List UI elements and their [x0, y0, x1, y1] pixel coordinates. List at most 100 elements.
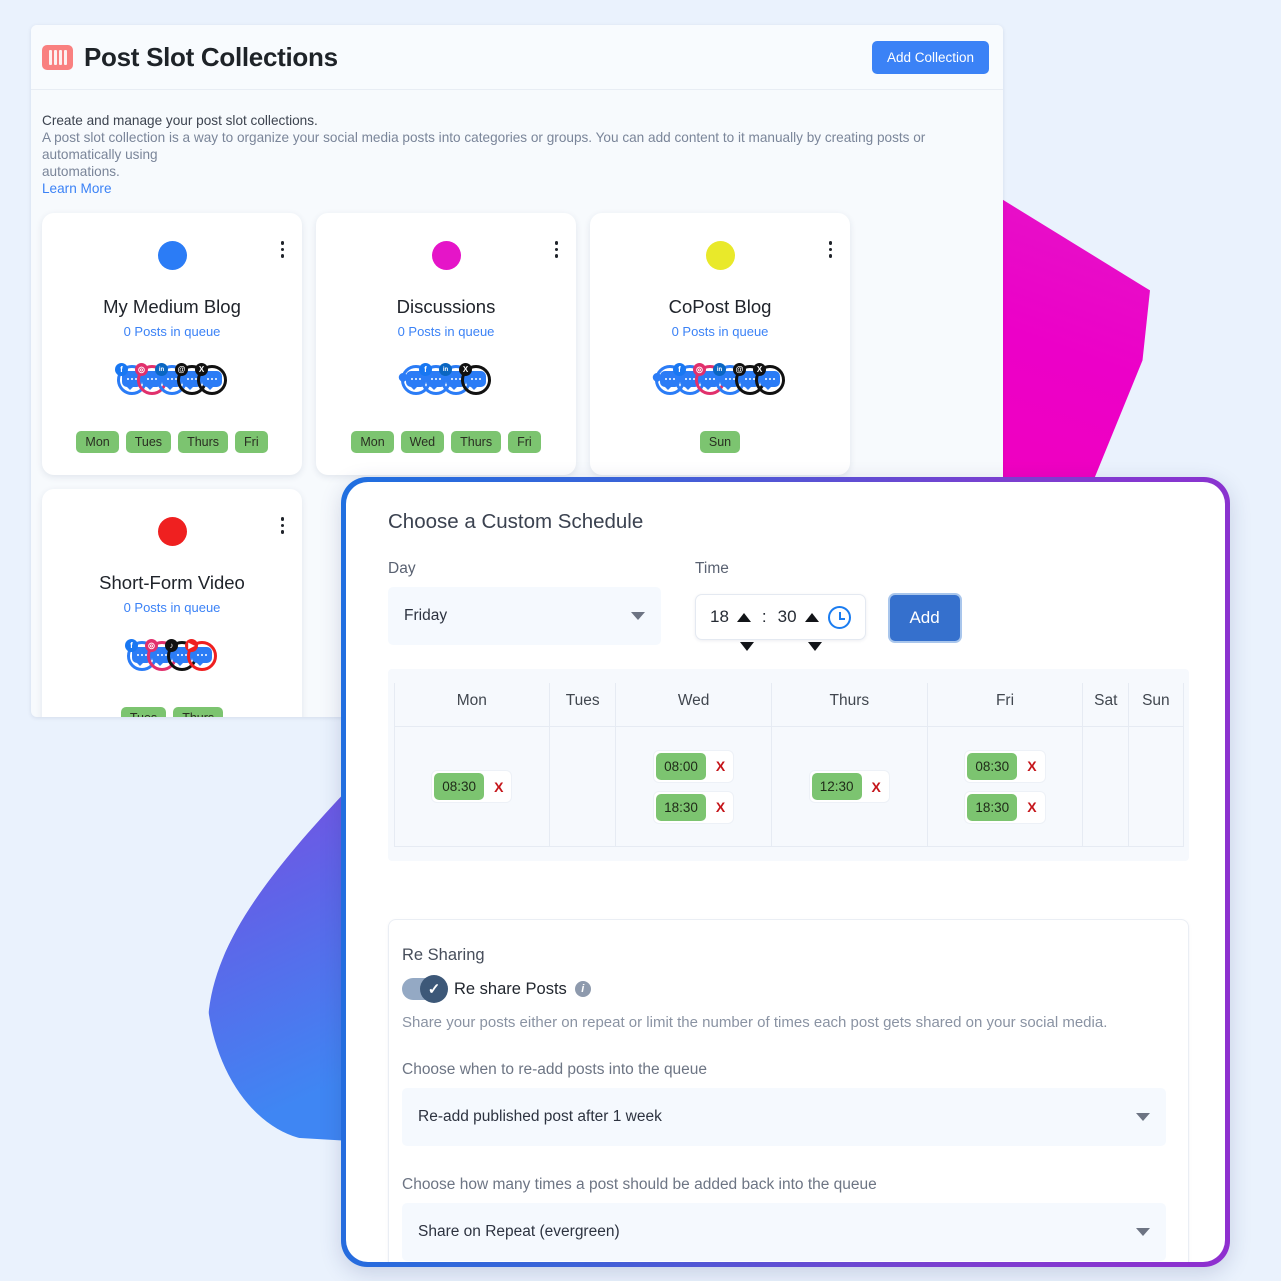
day-select-value: Friday: [404, 607, 448, 624]
day-chip: Thurs: [173, 707, 224, 717]
remove-slot-icon[interactable]: X: [872, 779, 881, 795]
resharing-description: Share your posts either on repeat or lim…: [402, 1014, 1108, 1031]
collection-queue-count[interactable]: 0 Posts in queue: [124, 600, 221, 615]
collection-queue-count[interactable]: 0 Posts in queue: [398, 324, 495, 339]
schedule-cell: [1128, 726, 1184, 847]
collection-card[interactable]: Short-Form Video 0 Posts in queue f◎♪▶ Tues…: [42, 489, 302, 717]
decorative-magenta-shape: [1000, 198, 1150, 478]
remove-slot-icon[interactable]: X: [1027, 758, 1036, 774]
remove-slot-icon[interactable]: X: [716, 758, 725, 774]
collection-days: Sun: [699, 431, 741, 453]
collection-card[interactable]: Discussions 0 Posts in queue ● f in X Mon Wed Th…: [316, 213, 576, 475]
resharing-title: Re Sharing: [402, 946, 485, 964]
hour-decrement-icon[interactable]: [740, 642, 754, 651]
learn-more-link[interactable]: Learn More: [42, 181, 112, 196]
chevron-down-icon: [1136, 1228, 1150, 1236]
readd-when-select[interactable]: Re-add published post after 1 week: [402, 1088, 1166, 1146]
hour-stepper[interactable]: 18: [710, 607, 754, 651]
schedule-cell: [1082, 726, 1130, 847]
collection-name: Short-Form Video: [99, 572, 245, 593]
chevron-down-icon: [1136, 1113, 1150, 1121]
time-input[interactable]: 18 : 30: [695, 594, 866, 651]
time-slot-value: 18:30: [656, 793, 706, 821]
remove-slot-icon[interactable]: X: [716, 799, 725, 815]
schedule-column-header: Wed: [615, 683, 772, 727]
collection-days: Mon Wed Thurs Fri: [351, 431, 541, 453]
description-line-2: A post slot collection is a way to organ…: [42, 130, 926, 162]
collection-days: Mon Tues Thurs Fri: [76, 431, 268, 453]
minute-value: 30: [777, 607, 797, 626]
time-slot-value: 08:30: [434, 773, 485, 800]
clock-icon[interactable]: [827, 605, 851, 629]
time-slot-value: 08:00: [656, 752, 706, 780]
add-slot-button[interactable]: Add: [887, 593, 962, 643]
collection-card[interactable]: My Medium Blog 0 Posts in queue f ◎ in @ X Mon T…: [42, 213, 302, 475]
collection-color-dot: [157, 241, 187, 270]
columns-icon: [42, 44, 73, 70]
collection-name: My Medium Blog: [103, 296, 241, 317]
day-field: Day Friday: [388, 560, 661, 645]
remove-slot-icon[interactable]: X: [1027, 799, 1036, 815]
schedule-column-header: Mon: [393, 683, 551, 727]
decorative-blue-blob: [206, 786, 351, 1141]
reshare-posts-toggle[interactable]: ✓: [402, 975, 448, 1003]
day-chip: Tues: [120, 707, 167, 717]
schedule-header-row: Mon Tues Wed Thurs Fri Sat Sun: [393, 683, 1184, 727]
day-chip: Thurs: [178, 431, 229, 453]
day-chip: Tues: [125, 431, 172, 453]
more-options-icon[interactable]: [828, 241, 832, 258]
reshare-toggle-label: Re share Posts: [454, 979, 567, 998]
day-chip: Mon: [351, 431, 394, 453]
time-slot: 08:30 X: [964, 749, 1046, 783]
schedule-cell: 12:30 X: [771, 726, 928, 847]
time-field: Time 18 : 30 Add: [695, 560, 962, 651]
schedule-controls-row: Day Friday Time 18 : 30 Add: [388, 560, 1189, 651]
bluesky-bird-icon: ●: [651, 366, 664, 388]
panel-header: Post Slot Collections Add Collection: [31, 25, 1003, 90]
info-icon[interactable]: i: [574, 981, 591, 997]
time-slot: 08:00 X: [653, 749, 735, 783]
description-line-1: Create and manage your post slot collect…: [42, 113, 318, 128]
resharing-section: Re Sharing ✓ Re share Posts i Share your…: [388, 919, 1189, 1262]
schedule-body-row: 08:30 X 08:00 X 18:30 X 12:30 X 08:30 X 18:30 X: [393, 726, 1184, 847]
schedule-table: Mon Tues Wed Thurs Fri Sat Sun 08:30 X 08:00 X 18:…: [393, 683, 1184, 847]
collection-queue-count[interactable]: 0 Posts in queue: [672, 324, 769, 339]
schedule-column-header: Sat: [1082, 683, 1130, 727]
day-chip: Thurs: [451, 431, 502, 453]
collection-color-dot: [431, 241, 461, 270]
add-collection-button[interactable]: Add Collection: [871, 40, 989, 74]
readd-when-label: Choose when to re-add posts into the que…: [402, 1061, 708, 1078]
schedule-column-header: Tues: [549, 683, 617, 727]
toggle-check-icon: ✓: [420, 975, 448, 1003]
reshare-toggle-row: ✓ Re share Posts i: [402, 975, 1166, 1003]
schedule-table-wrapper: Mon Tues Wed Thurs Fri Sat Sun 08:30 X 08:00 X 18:…: [388, 669, 1189, 861]
minute-decrement-icon[interactable]: [807, 642, 822, 651]
social-network-icons: ● f ◎ in @ X: [651, 363, 785, 397]
day-chip: Mon: [76, 431, 119, 453]
more-options-icon[interactable]: [280, 517, 284, 534]
collection-card[interactable]: CoPost Blog 0 Posts in queue ● f ◎ in @ X Sun: [590, 213, 850, 475]
hour-increment-icon[interactable]: [736, 612, 751, 622]
x-icon: X: [459, 363, 491, 395]
custom-schedule-modal: Choose a Custom Schedule Day Friday Time…: [341, 477, 1230, 1267]
readd-times-select[interactable]: Share on Repeat (evergreen): [402, 1203, 1166, 1261]
youtube-icon: ▶: [185, 639, 217, 671]
readd-times-value: Share on Repeat (evergreen): [418, 1223, 620, 1240]
day-chip: Fri: [508, 431, 541, 453]
more-options-icon[interactable]: [280, 241, 284, 258]
minute-increment-icon[interactable]: [804, 612, 819, 622]
time-slot: 18:30 X: [964, 790, 1046, 824]
more-options-icon[interactable]: [554, 241, 558, 258]
remove-slot-icon[interactable]: X: [494, 779, 503, 795]
time-label: Time: [695, 560, 729, 577]
time-slot: 18:30 X: [653, 790, 735, 824]
schedule-column-header: Fri: [927, 683, 1084, 727]
day-chip: Wed: [400, 431, 445, 453]
collection-queue-count[interactable]: 0 Posts in queue: [124, 324, 221, 339]
readd-when-value: Re-add published post after 1 week: [418, 1108, 662, 1125]
time-slot: 08:30 X: [431, 770, 513, 803]
schedule-cell: 08:30 X 18:30 X: [927, 726, 1084, 847]
minute-stepper[interactable]: 30: [777, 607, 822, 651]
day-select[interactable]: Friday: [388, 587, 661, 645]
social-network-icons: f ◎ in @ X: [115, 363, 227, 397]
